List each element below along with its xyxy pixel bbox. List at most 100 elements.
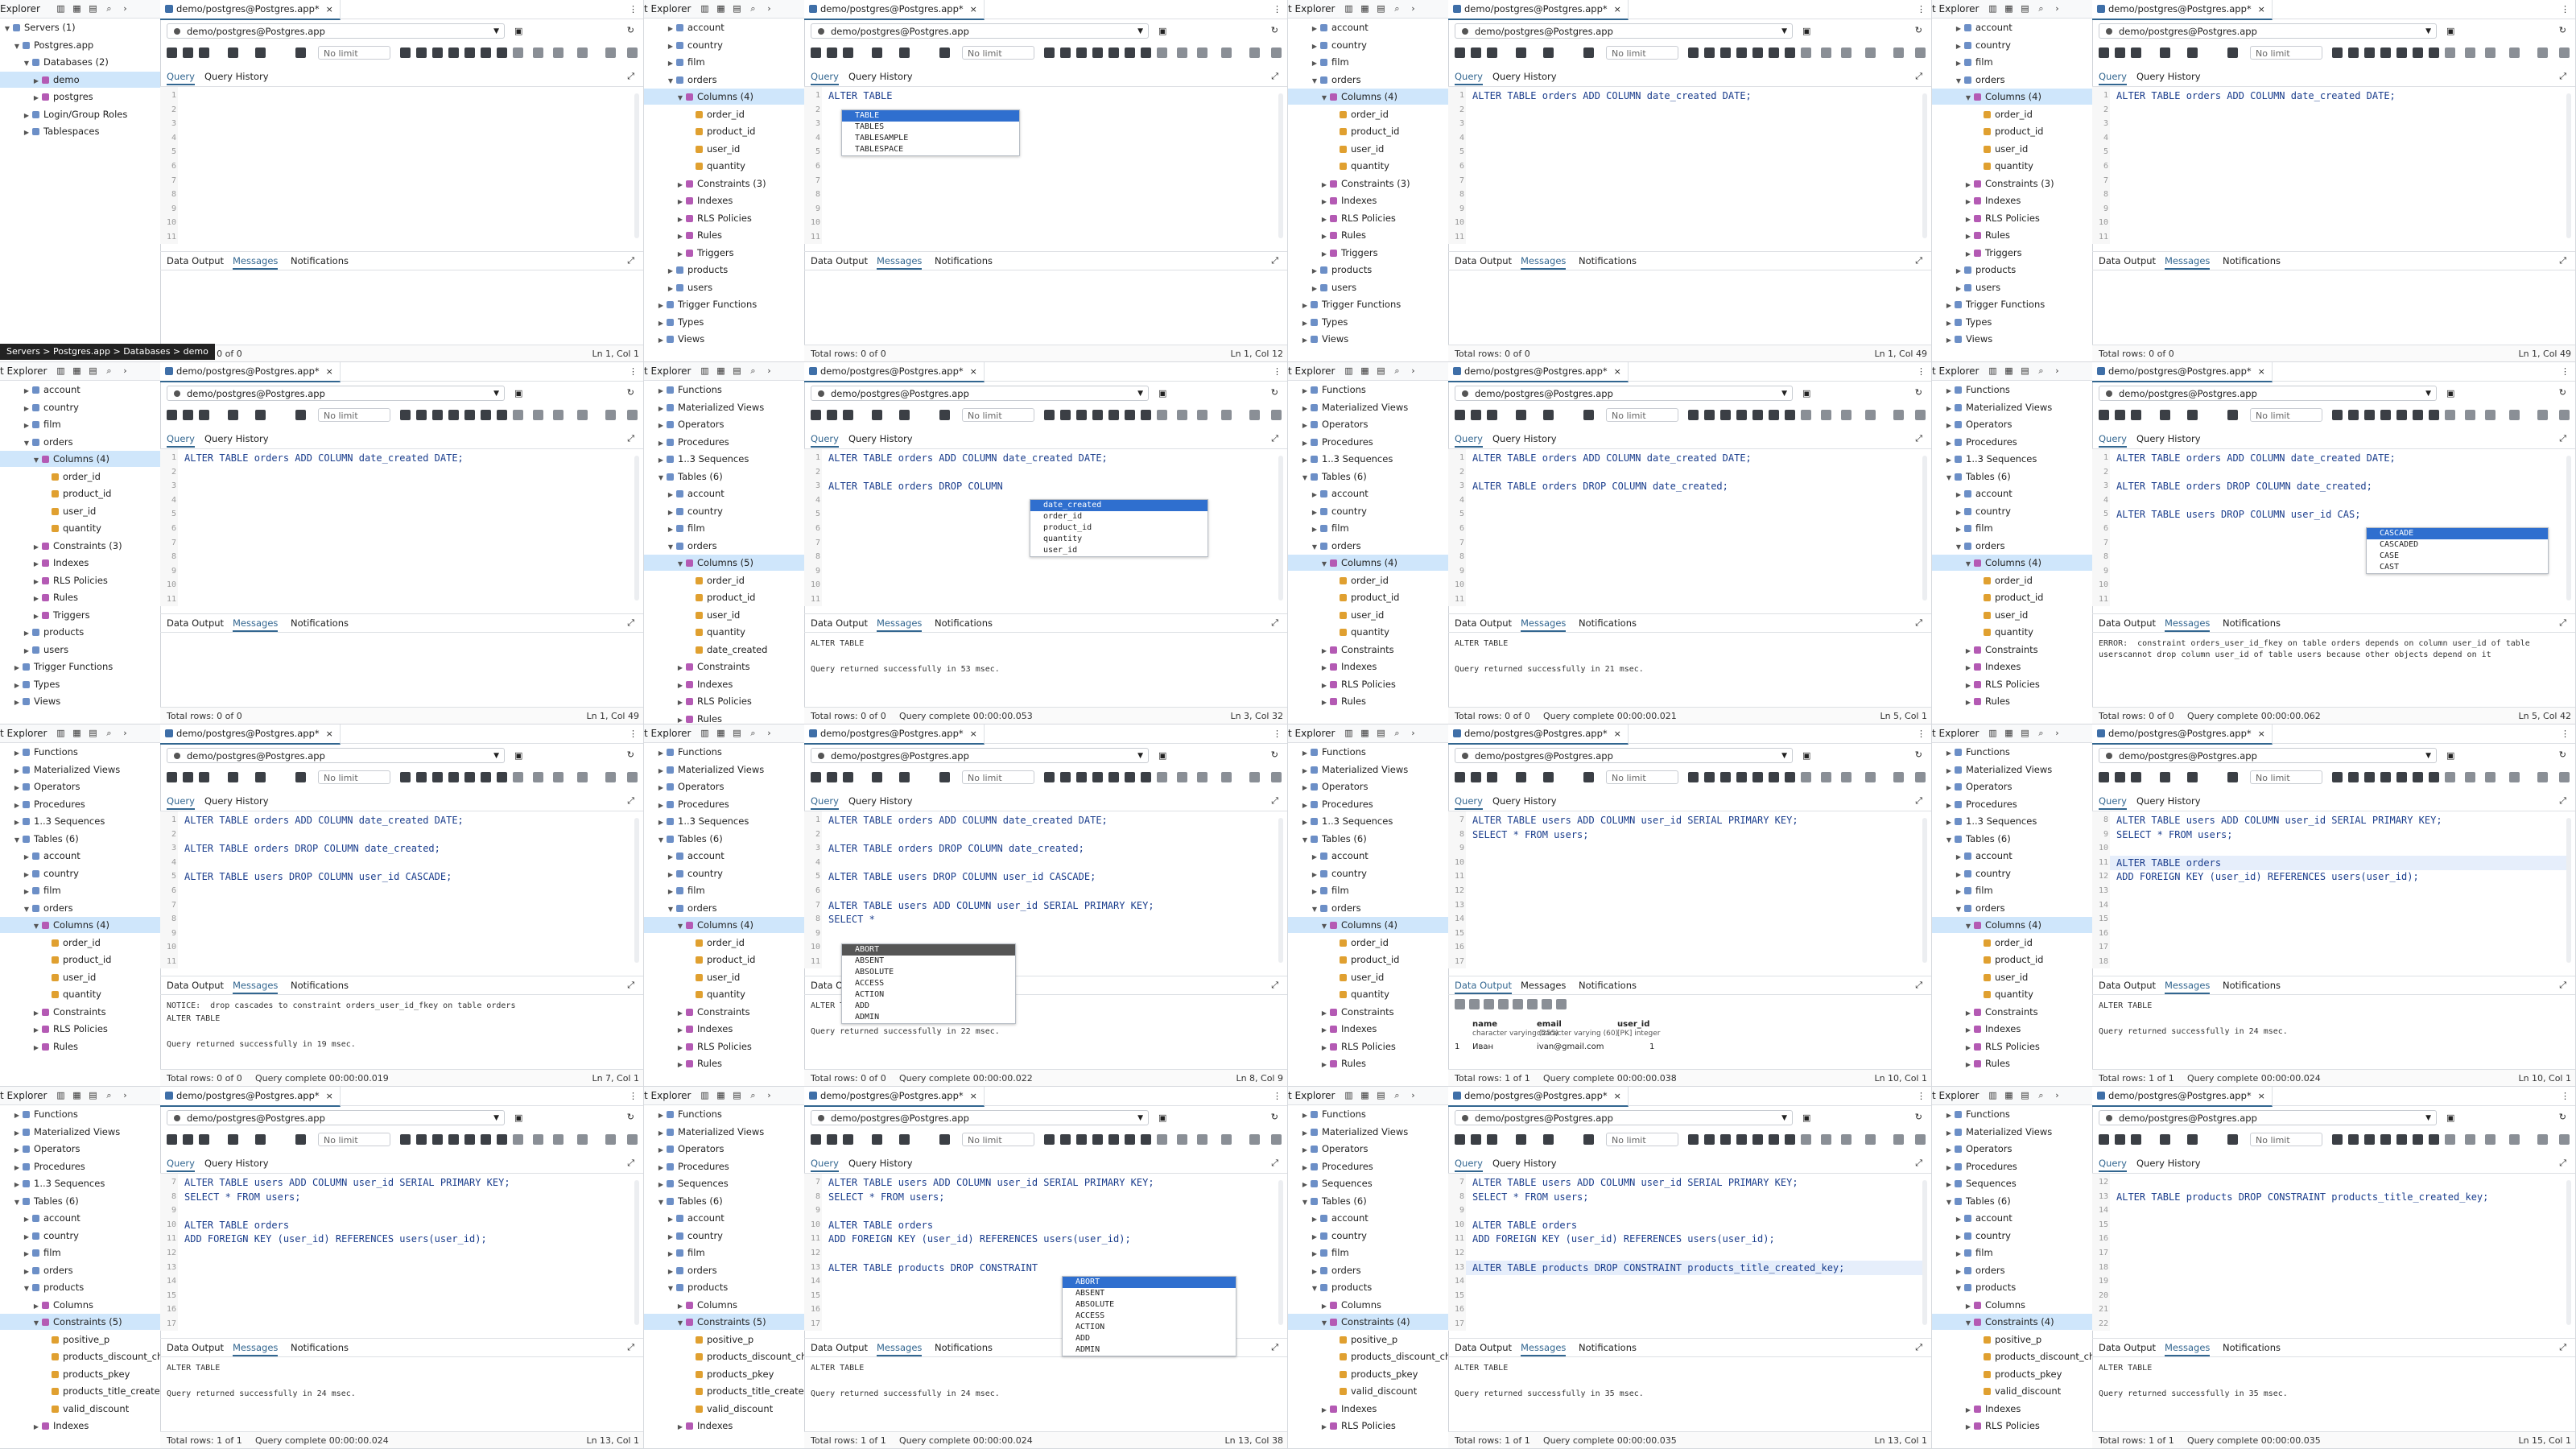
connection-selector[interactable]: demo/postgres@Postgres.app ▼ <box>167 23 505 39</box>
chevron-right-icon[interactable]: ▶ <box>1320 1022 1328 1038</box>
chevron-down-icon[interactable]: ▼ <box>667 539 675 555</box>
notifications-tab[interactable]: Notifications <box>2223 617 2281 629</box>
save-icon[interactable] <box>1471 410 1481 420</box>
limit-dropdown[interactable]: No limit <box>318 46 390 60</box>
chevron-right-icon[interactable]: ▶ <box>1311 281 1319 297</box>
chevron-right-icon[interactable]: ▶ <box>1945 383 1953 399</box>
limit-dropdown[interactable] <box>553 772 564 782</box>
chevron-right-icon[interactable]: ▶ <box>657 298 665 314</box>
query-history-tab[interactable]: Query History <box>1492 433 1557 444</box>
commit-icon[interactable] <box>1720 772 1731 782</box>
execute-icon[interactable] <box>2332 1134 2343 1145</box>
chevron-down-icon[interactable]: ▼ <box>657 832 665 848</box>
explain-icon[interactable] <box>627 1134 638 1145</box>
chevron-right-icon[interactable]: ▶ <box>13 1160 21 1176</box>
expand-icon[interactable]: ⤢ <box>627 433 634 444</box>
tree-node[interactable]: order_id <box>644 572 804 588</box>
chevron-right-icon[interactable]: ▶ <box>1964 643 1972 659</box>
query-history-tab[interactable]: Query History <box>1492 795 1557 807</box>
commit-icon[interactable] <box>1720 1134 1731 1145</box>
edit-icon[interactable] <box>2445 410 2455 420</box>
edit-icon[interactable] <box>2131 1134 2141 1145</box>
tree-node[interactable]: ▶ film <box>644 520 804 536</box>
save-icon[interactable] <box>497 1134 507 1145</box>
query-history-tab[interactable]: Query History <box>204 433 269 444</box>
expand-icon[interactable]: ⤢ <box>1271 433 1278 444</box>
database-icon[interactable]: ▥ <box>1988 729 1997 737</box>
filter-icon[interactable] <box>872 410 882 420</box>
open-file-icon[interactable] <box>1455 772 1465 782</box>
data-output-tab[interactable]: Data Output <box>167 617 224 629</box>
tree-node[interactable]: positive_p <box>644 1331 804 1348</box>
tree-node[interactable]: ▶ account <box>1932 1210 2092 1226</box>
expand-icon[interactable]: ⤢ <box>1271 1342 1278 1353</box>
tree-node[interactable]: ▶ Procedures <box>644 434 804 450</box>
notifications-tab[interactable]: Notifications <box>291 617 349 629</box>
tree-node[interactable]: ▶ Functions <box>1932 382 2092 399</box>
table-icon[interactable]: ▦ <box>1360 1091 1369 1100</box>
tree-node[interactable]: ▶ users <box>1288 279 1448 297</box>
tree-node[interactable]: ▼ Servers (1) <box>0 19 160 35</box>
tree-node[interactable]: ▼ Tables (6) <box>644 469 804 485</box>
chevron-right-icon[interactable]: ▶ <box>1964 1057 1972 1073</box>
expand-icon[interactable]: ⤢ <box>1915 71 1922 82</box>
execute-icon[interactable] <box>1249 47 1260 58</box>
autocomplete-item[interactable]: ADD <box>842 1001 1015 1012</box>
tree-node[interactable]: ▼ Tables (6) <box>1288 831 1448 847</box>
chevron-down-icon[interactable]: ▼ <box>1964 1315 1972 1331</box>
table-icon[interactable]: ▦ <box>72 4 81 13</box>
chevron-right-icon[interactable]: ▶ <box>1320 212 1328 228</box>
stop-icon[interactable] <box>295 772 306 782</box>
edit-icon[interactable] <box>2445 1134 2455 1145</box>
autocomplete-item[interactable]: ABORT <box>842 944 1015 956</box>
tree-node[interactable]: products_discount_check <box>1288 1348 1448 1364</box>
open-file-icon[interactable] <box>811 47 821 58</box>
lock-icon[interactable]: ▣ <box>1802 388 1810 398</box>
close-icon[interactable]: × <box>970 1091 977 1101</box>
limit-dropdown[interactable] <box>553 1134 564 1145</box>
close-icon[interactable]: × <box>1614 366 1621 377</box>
database-icon[interactable]: ▥ <box>700 729 709 737</box>
tree-node[interactable]: ▶ film <box>0 416 160 432</box>
limit-dropdown[interactable]: No limit <box>1606 408 1678 422</box>
more-icon[interactable]: ⋮ <box>1917 1091 1926 1101</box>
chevron-right-icon[interactable]: ▶ <box>657 452 665 469</box>
tree-node[interactable]: ▶ Constraints <box>1288 642 1448 658</box>
notifications-tab[interactable]: Notifications <box>1579 980 1637 991</box>
stop-icon[interactable] <box>1221 410 1232 420</box>
stop-icon[interactable] <box>295 1134 306 1145</box>
tree-node[interactable]: ▶ film <box>0 882 160 900</box>
tree-node[interactable]: ▼ Tables (6) <box>1932 469 2092 485</box>
chevron-right-icon[interactable]: ▶ <box>1945 745 1953 762</box>
chevron-right-icon[interactable]: ▶ <box>667 263 675 279</box>
query-history-tab[interactable]: Query History <box>848 795 913 807</box>
chevron-right-icon[interactable]: ▶ <box>13 1177 21 1193</box>
tree-node[interactable]: ▶ postgres <box>0 89 160 105</box>
tree-node[interactable]: products_discount_check <box>1932 1348 2092 1364</box>
editor-scrollbar[interactable] <box>1278 93 1283 238</box>
grid-toolbar-icon[interactable] <box>1527 999 1538 1009</box>
macros-icon[interactable] <box>464 47 475 58</box>
autocomplete-item[interactable]: TABLESPACE <box>842 144 1019 155</box>
macros-icon[interactable] <box>2396 1134 2407 1145</box>
query-tab[interactable]: demo/postgres@Postgres.app* × <box>160 0 341 20</box>
tree-node[interactable]: ▶ account <box>1288 848 1448 864</box>
chevron-right-icon[interactable]: ▶ <box>23 884 31 900</box>
save-icon[interactable] <box>497 772 507 782</box>
tree-node[interactable]: ▶ film <box>1288 882 1448 898</box>
chevron-right-icon[interactable]: ▶ <box>1320 1419 1328 1435</box>
edit-icon[interactable] <box>199 772 209 782</box>
tree-node[interactable]: ▶ Rules <box>1932 227 2092 245</box>
chevron-right-icon[interactable]: ▶ <box>1955 487 1963 503</box>
tree-node[interactable]: ▶ Indexes <box>644 192 804 208</box>
grid-toolbar-icon[interactable] <box>1556 999 1567 1009</box>
chevron-right-icon[interactable]: ▶ <box>1964 229 1972 245</box>
chevron-down-icon[interactable]: ▼ <box>1955 902 1963 918</box>
sql-editor[interactable]: 1 2 3 4 5 6 7 8 9 10 11 ALTER TABLE orders ADD COLU… <box>2092 87 2575 244</box>
edit-icon[interactable] <box>1157 1134 1167 1145</box>
notifications-tab[interactable]: Notifications <box>2223 980 2281 991</box>
stop-icon[interactable] <box>577 772 588 782</box>
chevron-right-icon[interactable]: ▶ <box>1320 1057 1328 1073</box>
terminal-icon[interactable]: › <box>2053 4 2062 13</box>
macros-icon[interactable] <box>1752 1134 1763 1145</box>
